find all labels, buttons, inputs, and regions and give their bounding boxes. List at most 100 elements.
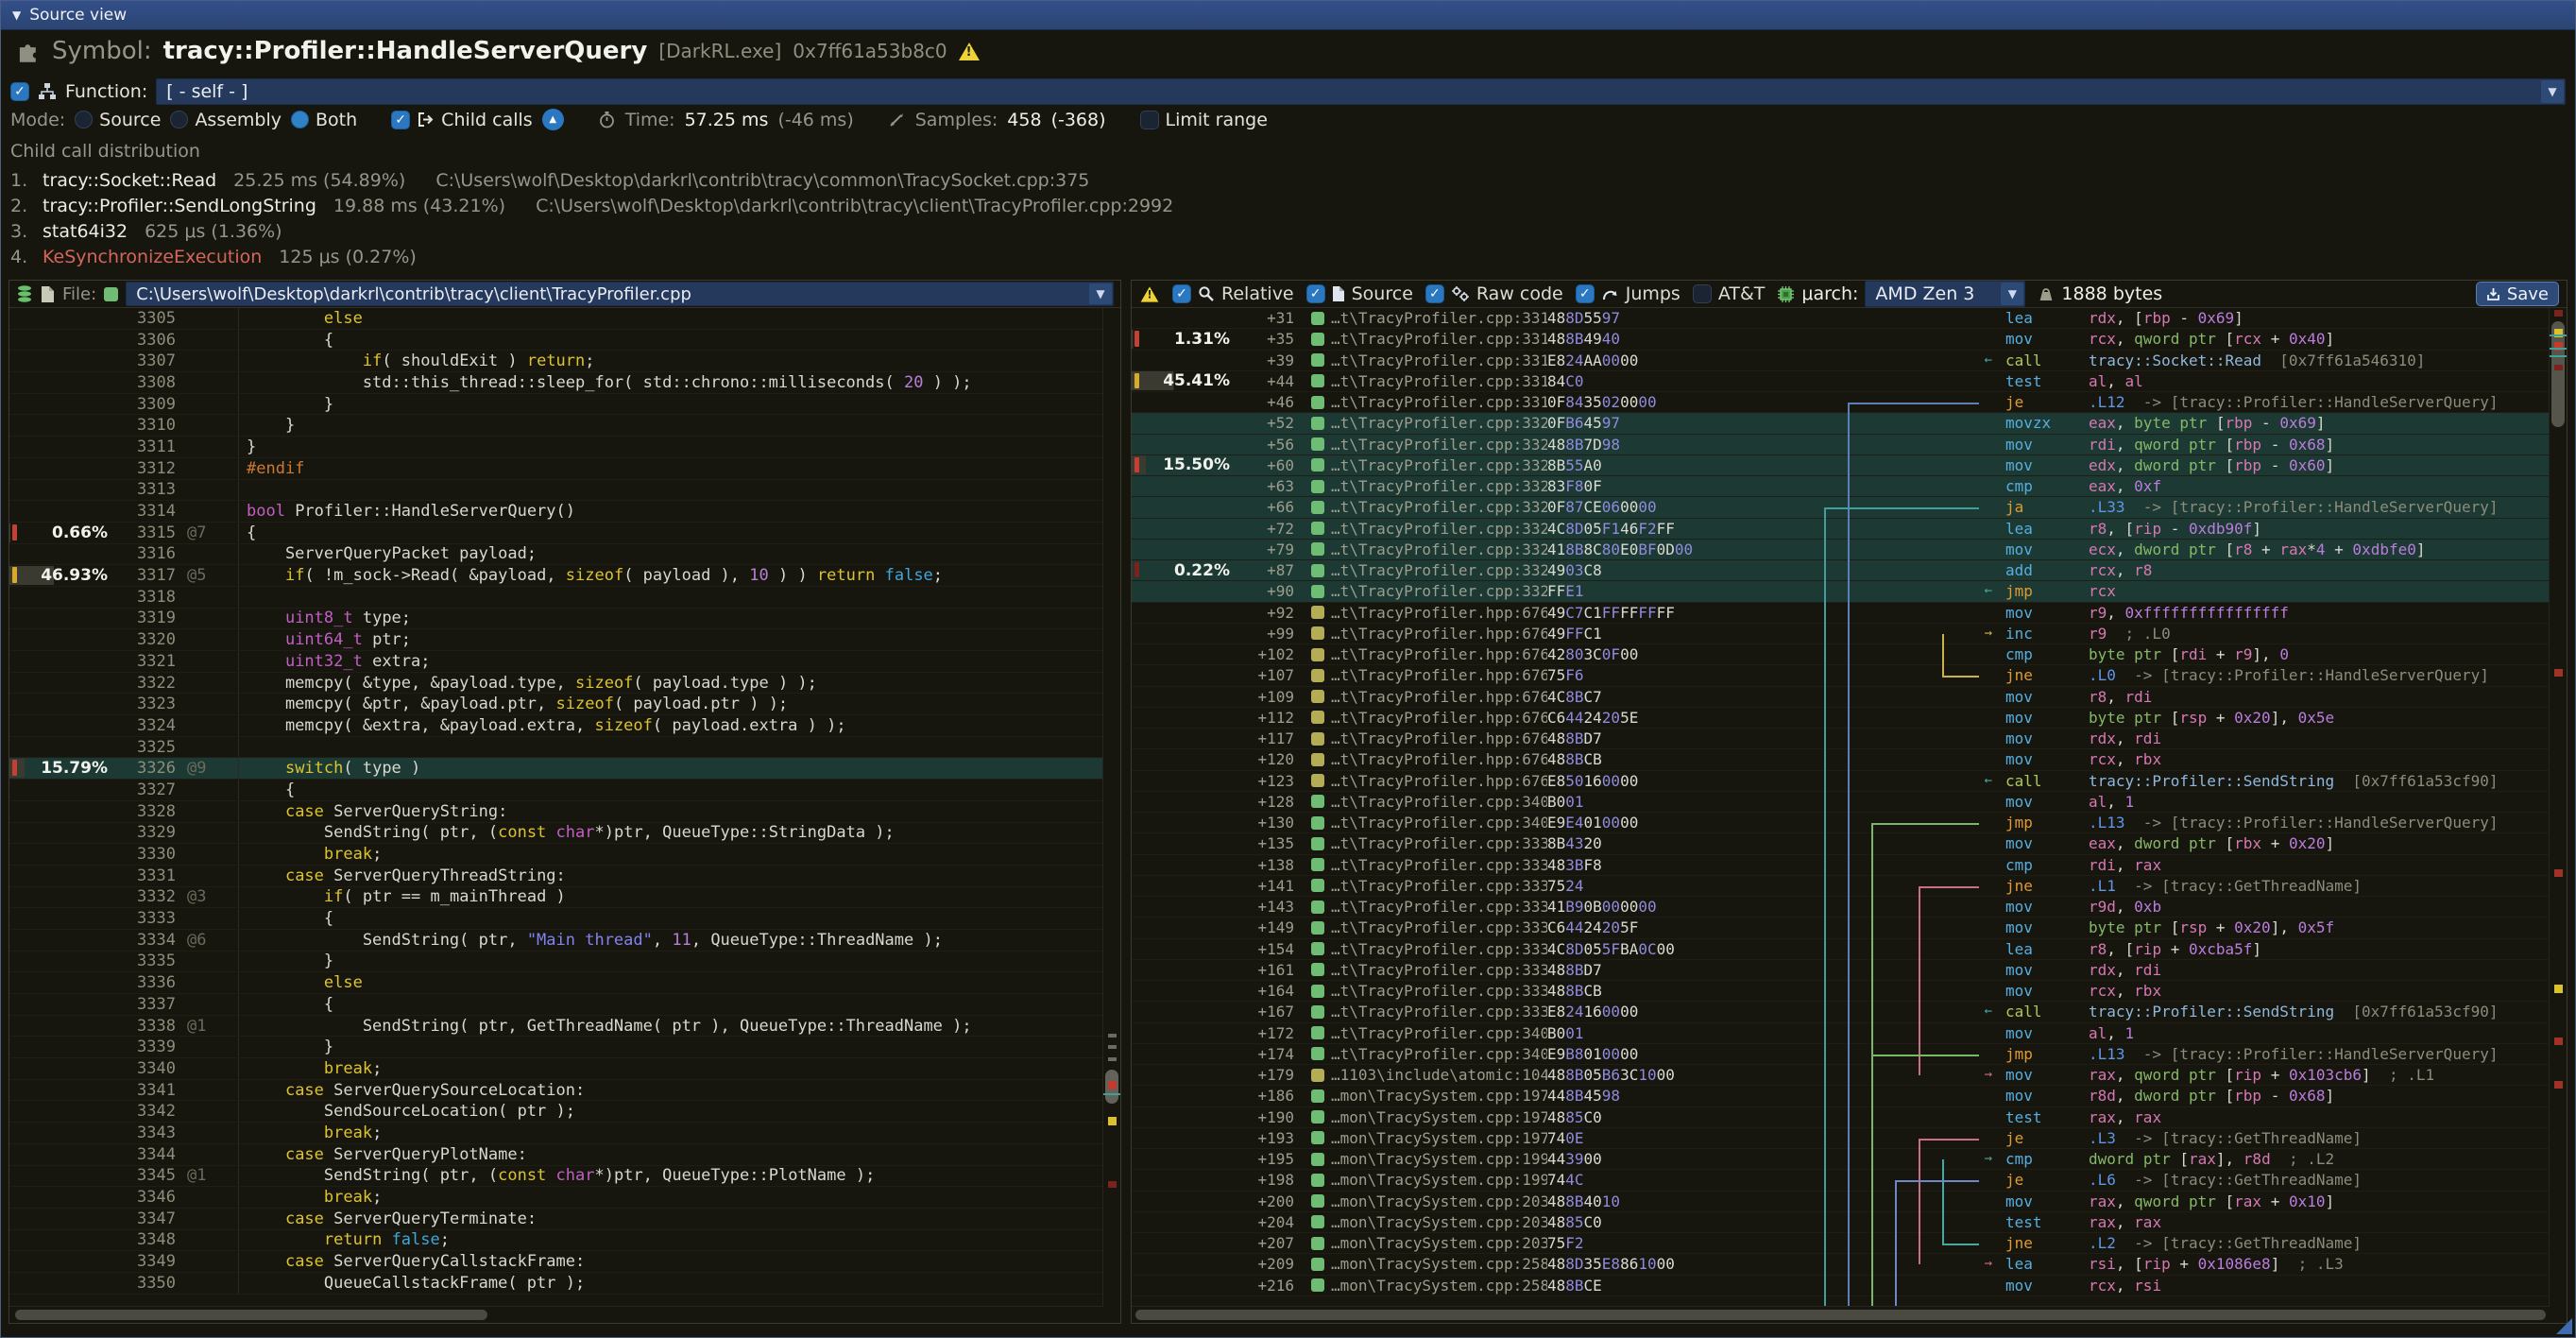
function-checkbox[interactable]: ✓ xyxy=(10,82,29,101)
source-line-row[interactable]: 3350 QueueCallstackFrame( ptr ); xyxy=(9,1273,1103,1295)
source-line-row[interactable]: 3329 SendString( ptr, (const char*)ptr, … xyxy=(9,823,1103,845)
source-line-row[interactable]: 3307 if( shouldExit ) return; xyxy=(9,351,1103,372)
att-toggle[interactable]: AT&T xyxy=(1693,283,1766,304)
asm-row[interactable]: +123 …t\TracyProfiler.hpp:676 E850160000… xyxy=(1132,771,2550,792)
collapse-child-calls-button[interactable]: ▲ xyxy=(542,109,564,130)
source-line-row[interactable]: 3323 memcpy( &ptr, &payload.ptr, sizeof(… xyxy=(9,694,1103,715)
asm-row[interactable]: +200 …mon\TracySystem.cpp:203 488B4010 m… xyxy=(1132,1192,2550,1212)
source-line-row[interactable]: 0.66% 3315 @7 { xyxy=(9,523,1103,544)
asm-source-location[interactable]: …t\TracyProfiler.hpp:676 xyxy=(1298,750,1547,768)
raw-code-toggle[interactable]: ✓ Raw code xyxy=(1425,283,1563,304)
source-line-row[interactable]: 15.79% 3326 @9 switch( type ) xyxy=(9,758,1103,780)
child-call-name[interactable]: stat64i32 xyxy=(43,221,128,242)
asm-source-location[interactable]: …t\TracyProfiler.cpp:3334 xyxy=(1298,898,1547,916)
relative-toggle[interactable]: ✓ Relative xyxy=(1172,283,1294,304)
source-line-row[interactable]: 3309 } xyxy=(9,394,1103,416)
source-line-row[interactable]: 46.93% 3317 @5 if( !m_sock->Read( &paylo… xyxy=(9,565,1103,587)
asm-source-location[interactable]: …t\TracyProfiler.cpp:3334 xyxy=(1298,1003,1547,1021)
asm-source-location[interactable]: …t\TracyProfiler.hpp:676 xyxy=(1298,625,1547,643)
source-line-row[interactable]: 3316 ServerQueryPacket payload; xyxy=(9,544,1103,566)
asm-row[interactable]: +130 …t\TracyProfiler.cpp:3401 E9E401000… xyxy=(1132,813,2550,833)
asm-source-location[interactable]: …mon\TracySystem.cpp:203 xyxy=(1298,1213,1547,1231)
source-line-row[interactable]: 3322 memcpy( &type, &payload.type, sizeo… xyxy=(9,673,1103,695)
asm-row[interactable]: +46 …t\TracyProfiler.cpp:3317 0F84350200… xyxy=(1132,392,2550,413)
asm-source-location[interactable]: …mon\TracySystem.cpp:258 xyxy=(1298,1255,1547,1273)
asm-source-location[interactable]: …t\TracyProfiler.hpp:676 xyxy=(1298,666,1547,684)
source-line-row[interactable]: 3321 uint32_t extra; xyxy=(9,651,1103,673)
asm-row[interactable]: 45.41% +44 …t\TracyProfiler.cpp:3317 84C… xyxy=(1132,371,2550,392)
asm-row[interactable]: +56 …t\TracyProfiler.cpp:3326 488B7D98 m… xyxy=(1132,435,2550,455)
resize-handle[interactable] xyxy=(2556,1318,2572,1334)
source-line-row[interactable]: 3325 xyxy=(9,737,1103,759)
save-button[interactable]: Save xyxy=(2476,282,2559,306)
source-line-row[interactable]: 3343 break; xyxy=(9,1123,1103,1144)
asm-row[interactable]: +92 …t\TracyProfiler.hpp:676 49C7C1FFFFF… xyxy=(1132,603,2550,624)
asm-row[interactable]: +52 …t\TracyProfiler.cpp:3326 0FB64597 m… xyxy=(1132,413,2550,434)
asm-source-location[interactable]: …mon\TracySystem.cpp:203 xyxy=(1298,1234,1547,1252)
source-line-row[interactable]: 3342 SendSourceLocation( ptr ); xyxy=(9,1101,1103,1123)
source-line-row[interactable]: 3320 uint64_t ptr; xyxy=(9,629,1103,651)
asm-source-location[interactable]: …mon\TracySystem.cpp:258 xyxy=(1298,1277,1547,1295)
source-line-row[interactable]: 3311 } xyxy=(9,437,1103,458)
source-horizontal-scrollbar[interactable] xyxy=(9,1306,1103,1323)
asm-row[interactable]: +190 …mon\TracySystem.cpp:197 4885C0 tes… xyxy=(1132,1107,2550,1128)
asm-source-location[interactable]: …t\TracyProfiler.cpp:3326 xyxy=(1298,582,1547,600)
mode-option-assembly[interactable]: Assembly xyxy=(170,110,281,130)
child-call-name[interactable]: tracy::Socket::Read xyxy=(43,170,216,191)
child-call-item[interactable]: 1. tracy::Socket::Read 25.25 ms (54.89%)… xyxy=(10,167,2566,193)
source-line-row[interactable]: 3349 case ServerQueryCallstackFrame: xyxy=(9,1251,1103,1273)
asm-source-location[interactable]: …t\TracyProfiler.cpp:3317 xyxy=(1298,372,1547,390)
asm-source-location[interactable]: …t\TracyProfiler.cpp:3332 xyxy=(1298,834,1547,852)
window-titlebar[interactable]: ▼ Source view xyxy=(1,1,2575,30)
asm-row[interactable]: +39 …t\TracyProfiler.cpp:3317 E824AA0000… xyxy=(1132,351,2550,371)
source-line-row[interactable]: 3310 } xyxy=(9,415,1103,437)
chevron-down-icon[interactable]: ▼ xyxy=(1089,283,1112,304)
asm-row[interactable]: +102 …t\TracyProfiler.hpp:676 42803C0F00… xyxy=(1132,644,2550,665)
asm-row[interactable]: 1.31% +35 …t\TracyProfiler.cpp:3317 488B… xyxy=(1132,329,2550,350)
asm-source-location[interactable]: …t\TracyProfiler.cpp:3332 xyxy=(1298,856,1547,874)
relative-checkbox[interactable]: ✓ xyxy=(1172,284,1191,303)
asm-source-location[interactable]: …t\TracyProfiler.cpp:3317 xyxy=(1298,352,1547,369)
collapse-triangle-icon[interactable]: ▼ xyxy=(12,9,21,22)
asm-source-location[interactable]: …t\TracyProfiler.cpp:3326 xyxy=(1298,456,1547,474)
asm-source-location[interactable]: …t\TracyProfiler.cpp:3326 xyxy=(1298,520,1547,538)
asm-source-location[interactable]: …t\TracyProfiler.cpp:3326 xyxy=(1298,414,1547,432)
asm-row[interactable]: +117 …t\TracyProfiler.hpp:676 488BD7 mov… xyxy=(1132,729,2550,749)
asm-source-location[interactable]: …t\TracyProfiler.cpp:3334 xyxy=(1298,982,1547,1000)
asm-source-location[interactable]: …t\TracyProfiler.cpp:3317 xyxy=(1298,330,1547,348)
chevron-down-icon[interactable]: ▼ xyxy=(2541,80,2564,103)
source-line-row[interactable]: 3345 @1 SendString( ptr, (const char*)pt… xyxy=(9,1166,1103,1188)
source-line-row[interactable]: 3337 { xyxy=(9,994,1103,1016)
asm-source-location[interactable]: …mon\TracySystem.cpp:197 xyxy=(1298,1087,1547,1105)
source-checkbox[interactable]: ✓ xyxy=(1306,284,1325,303)
asm-source-location[interactable]: …mon\TracySystem.cpp:197 xyxy=(1298,1108,1547,1126)
asm-row[interactable]: +193 …mon\TracySystem.cpp:197 740E je .L… xyxy=(1132,1128,2550,1149)
asm-source-location[interactable]: …t\TracyProfiler.cpp:3326 xyxy=(1298,540,1547,558)
function-combo[interactable]: [ - self - ] ▼ xyxy=(156,78,2566,105)
asm-row[interactable]: +149 …t\TracyProfiler.cpp:3334 C64424205… xyxy=(1132,918,2550,938)
asm-source-location[interactable]: …t\TracyProfiler.cpp:3326 xyxy=(1298,436,1547,454)
asm-row[interactable]: +186 …mon\TracySystem.cpp:197 448B4598 m… xyxy=(1132,1086,2550,1106)
asm-row[interactable]: +138 …t\TracyProfiler.cpp:3332 483BF8 cm… xyxy=(1132,855,2550,876)
source-line-row[interactable]: 3333 { xyxy=(9,908,1103,930)
asm-row[interactable]: +141 …t\TracyProfiler.cpp:3332 7524 jne … xyxy=(1132,876,2550,897)
source-vertical-scrollbar[interactable] xyxy=(1102,308,1120,1307)
source-line-row[interactable]: 3305 else xyxy=(9,308,1103,330)
warning-icon[interactable] xyxy=(959,43,980,60)
child-call-name[interactable]: KeSynchronizeExecution xyxy=(43,247,262,267)
child-calls-toggle[interactable]: ✓ Child calls xyxy=(391,110,533,130)
asm-row[interactable]: +79 …t\TracyProfiler.cpp:3326 418B8C80E0… xyxy=(1132,540,2550,560)
source-line-row[interactable]: 3324 memcpy( &extra, &payload.extra, siz… xyxy=(9,715,1103,737)
asm-row[interactable]: +66 …t\TracyProfiler.cpp:3326 0F87CE0600… xyxy=(1132,497,2550,518)
asm-source-location[interactable]: …t\TracyProfiler.hpp:676 xyxy=(1298,688,1547,706)
assembly-view[interactable]: +31 …t\TracyProfiler.cpp:3317 488D5597 l… xyxy=(1132,308,2550,1307)
file-combo[interactable]: C:\Users\wolf\Desktop\darkrl\contrib\tra… xyxy=(126,282,1114,306)
jumps-toggle[interactable]: ✓ Jumps xyxy=(1576,283,1680,304)
asm-source-location[interactable]: …t\TracyProfiler.cpp:3332 xyxy=(1298,877,1547,895)
asm-row[interactable]: +198 …mon\TracySystem.cpp:199 744C je .L… xyxy=(1132,1170,2550,1191)
source-line-row[interactable]: 3308 std::this_thread::sleep_for( std::c… xyxy=(9,372,1103,394)
asm-source-location[interactable]: …1103\include\atomic:1048 xyxy=(1298,1066,1547,1084)
source-code-view[interactable]: 3305 else 3306 { 3307 if( shouldExit ) r… xyxy=(9,308,1103,1307)
assembly-horizontal-scrollbar[interactable] xyxy=(1132,1306,2550,1323)
asm-row[interactable]: +72 …t\TracyProfiler.cpp:3326 4C8D05F146… xyxy=(1132,519,2550,540)
